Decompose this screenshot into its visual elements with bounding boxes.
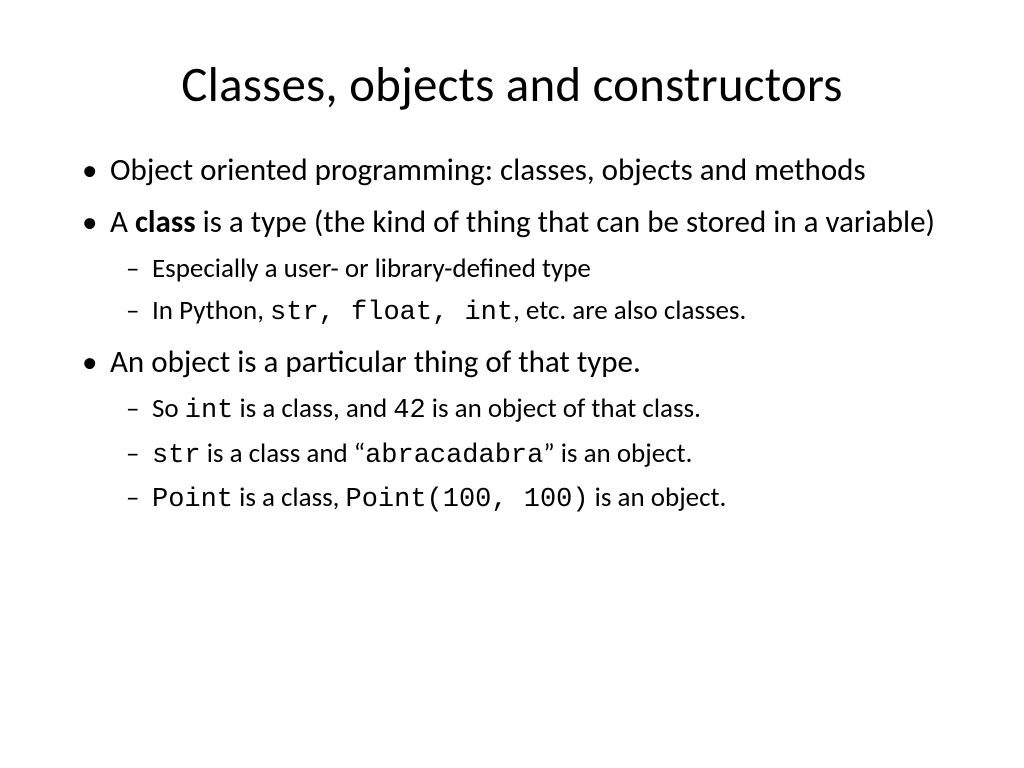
sub-bullet-list: Especially a user- or library-defined ty…: [110, 250, 964, 333]
sub-bullet-item: Especially a user- or library-defined ty…: [152, 250, 964, 288]
sub-bullet-text-mid: is a class and “: [201, 437, 365, 470]
code-text: str, float, int: [270, 298, 513, 328]
bullet-text: An object is a particular thing of that …: [110, 343, 641, 381]
code-text: str: [152, 441, 201, 471]
sub-bullet-item: In Python, str, float, int, etc. are als…: [152, 292, 964, 332]
code-text: Point(100, 100): [346, 485, 589, 515]
sub-bullet-text-post: is an object.: [589, 481, 727, 514]
code-text: Point: [152, 485, 233, 515]
bullet-text: Object oriented programming: classes, ob…: [110, 151, 866, 189]
code-text: 42: [393, 396, 425, 426]
sub-bullet-text-post: is an object of that class.: [426, 392, 701, 425]
sub-bullet-text-post: , etc. are also classes.: [513, 294, 746, 327]
sub-bullet-list: So int is a class, and 42 is an object o…: [110, 390, 964, 519]
slide-title: Classes, objects and constructors: [60, 55, 964, 115]
slide: Classes, objects and constructors Object…: [0, 0, 1024, 768]
sub-bullet-item: So int is a class, and 42 is an object o…: [152, 390, 964, 430]
sub-bullet-text-pre: So: [152, 392, 185, 425]
sub-bullet-text-post: ” is an object.: [543, 437, 692, 470]
bullet-list: Object oriented programming: classes, ob…: [60, 150, 964, 519]
code-text: abracadabra: [365, 441, 543, 471]
bullet-text-pre: A: [110, 203, 135, 241]
sub-bullet-item: str is a class and “abracadabra” is an o…: [152, 435, 964, 475]
bullet-text-post: is a type (the kind of thing that can be…: [196, 203, 935, 241]
bullet-text-bold: class: [135, 203, 196, 241]
bullet-item: A class is a type (the kind of thing tha…: [110, 202, 964, 333]
sub-bullet-text-pre: In Python,: [152, 294, 270, 327]
code-text: int: [185, 396, 234, 426]
sub-bullet-item: Point is a class, Point(100, 100) is an …: [152, 479, 964, 519]
sub-bullet-text-mid: is a class, and: [233, 392, 393, 425]
bullet-item: Object oriented programming: classes, ob…: [110, 150, 964, 192]
sub-bullet-text: Especially a user- or library-defined ty…: [152, 252, 591, 285]
bullet-item: An object is a particular thing of that …: [110, 342, 964, 519]
sub-bullet-text-mid: is a class,: [233, 481, 346, 514]
